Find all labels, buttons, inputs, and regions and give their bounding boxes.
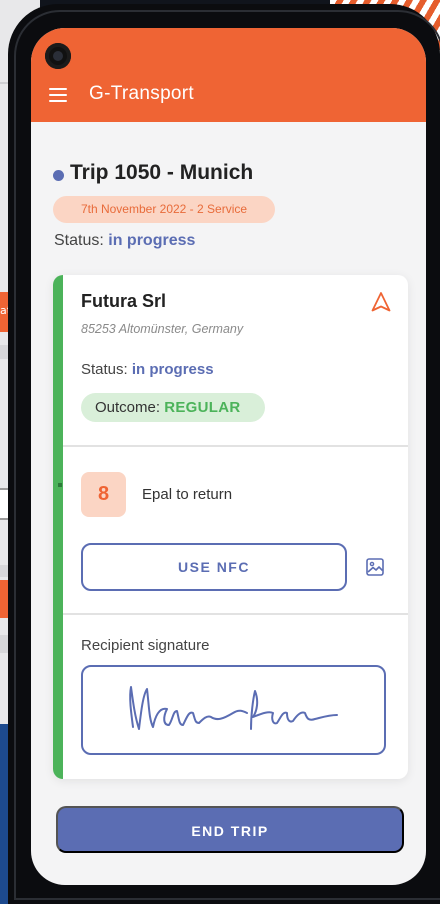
menu-icon[interactable] bbox=[49, 88, 67, 102]
card-status-label: Status: bbox=[81, 361, 128, 378]
trip-date-badge: 7th November 2022 - 2 Service bbox=[53, 196, 275, 223]
trip-status-value: in progress bbox=[108, 232, 196, 249]
row-marker bbox=[58, 483, 62, 487]
card-status: Status: in progress bbox=[81, 361, 214, 378]
card-accent-bar bbox=[53, 275, 63, 779]
end-trip-button[interactable]: END TRIP bbox=[56, 806, 404, 853]
app-screen: G-Transport Trip 1050 - Munich 7th Novem… bbox=[31, 28, 426, 885]
card-divider bbox=[63, 613, 408, 615]
use-nfc-button[interactable]: USE NFC bbox=[81, 543, 347, 591]
quantity-badge: 8 bbox=[81, 472, 126, 517]
navigation-arrow-icon[interactable] bbox=[370, 291, 392, 313]
outcome-badge: Outcome: REGULAR bbox=[81, 393, 265, 422]
signature-pad[interactable] bbox=[81, 665, 386, 755]
outcome-label: Outcome: bbox=[95, 399, 161, 416]
company-name: Futura Srl bbox=[81, 291, 167, 311]
trip-status-label: Status: bbox=[54, 232, 104, 249]
app-title: G-Transport bbox=[89, 83, 195, 104]
card-divider bbox=[63, 445, 408, 447]
outcome-value: REGULAR bbox=[164, 399, 241, 416]
trip-status: Status: in progress bbox=[54, 232, 195, 250]
company-address: 85253 Altomünster, Germany bbox=[81, 322, 244, 336]
delivery-card: Futura Srl 85253 Altomünster, Germany St… bbox=[53, 275, 408, 779]
card-status-value: in progress bbox=[131, 361, 214, 378]
trip-title: Trip 1050 - Munich bbox=[70, 161, 254, 184]
trip-status-dot bbox=[53, 170, 64, 181]
signature-drawing bbox=[129, 686, 338, 730]
app-bar: G-Transport bbox=[31, 28, 426, 122]
camera-lens bbox=[45, 43, 71, 69]
signature-label: Recipient signature bbox=[81, 637, 210, 654]
item-label: Epal to return bbox=[142, 486, 233, 503]
image-icon[interactable] bbox=[365, 557, 385, 577]
